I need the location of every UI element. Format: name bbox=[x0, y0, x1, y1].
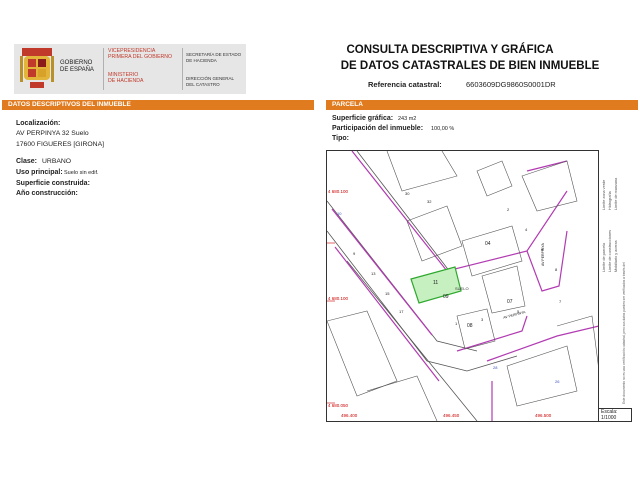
building-outline bbox=[476, 160, 513, 197]
map-scale: Escala: 1/1000 bbox=[598, 408, 632, 422]
legend-item: Hidrografía bbox=[608, 191, 612, 210]
parcel-label: 11 bbox=[433, 280, 439, 286]
street-number: 30 bbox=[405, 191, 410, 196]
street-number: 32 bbox=[427, 199, 432, 204]
building-outline bbox=[556, 315, 600, 372]
street-edge bbox=[356, 150, 458, 282]
vicepresidencia-label: VICEPRESIDENCIA PRIMERA DEL GOBIERNO bbox=[108, 48, 173, 60]
legend-item: Límite de manzana bbox=[614, 177, 618, 210]
street-number: 13 bbox=[371, 271, 376, 276]
localizacion-label: Localización: bbox=[16, 120, 61, 127]
street-number: 1 bbox=[455, 321, 458, 326]
block-boundary bbox=[526, 230, 568, 292]
block-boundary bbox=[526, 160, 568, 172]
logo-divider-2 bbox=[182, 48, 183, 90]
logo-divider bbox=[103, 48, 104, 90]
coord-x-label: 496.400 bbox=[341, 413, 358, 418]
street-number: 3 bbox=[481, 317, 484, 322]
referencia-catastral-value: 6603609DG9860S0001DR bbox=[466, 80, 556, 89]
coord-y-label: 4 680.100 bbox=[328, 189, 349, 194]
escala-value: 1/1000 bbox=[601, 415, 617, 421]
document-title-line1: CONSULTA DESCRIPTIVA Y GRÁFICA bbox=[346, 44, 554, 56]
parcel-label: 09 bbox=[443, 294, 449, 300]
street-number: 4 bbox=[525, 227, 528, 232]
participacion-label: Participación del inmueble: bbox=[332, 125, 424, 132]
anio-construccion-label: Año construcción: bbox=[16, 190, 78, 197]
street-number: 10 bbox=[337, 211, 342, 216]
legend-item: Límite de construcciones bbox=[608, 230, 612, 272]
superficie-construida-label: Superficie construida: bbox=[16, 180, 90, 187]
parcel-label: 07 bbox=[507, 299, 513, 305]
uso-principal-value: Suelo sin edif. bbox=[64, 170, 99, 176]
ministerio-label: MINISTERIO DE HACIENDA bbox=[108, 72, 144, 84]
coord-x-label: 496.500 bbox=[535, 413, 552, 418]
legend-item: Límite de parcela bbox=[602, 242, 606, 272]
tipo-label: Tipo: bbox=[332, 135, 349, 142]
building-outline bbox=[481, 265, 526, 314]
document-title-line2: DE DATOS CATASTRALES DE BIEN INMUEBLE bbox=[340, 60, 600, 72]
building-outline bbox=[461, 225, 523, 277]
map-legend: Límite de parcela Límite de construccion… bbox=[598, 150, 633, 408]
participacion-value: 100,00 % bbox=[431, 126, 455, 132]
street-number: 28 bbox=[493, 365, 498, 370]
localizacion-line2: 17600 FIGUERES [GIRONA] bbox=[16, 141, 105, 148]
block-boundary bbox=[456, 315, 528, 352]
referencia-catastral-label: Referencia catastral: bbox=[368, 80, 442, 89]
building-outline bbox=[386, 150, 458, 192]
street-number: 7 bbox=[559, 299, 562, 304]
street-number: 26 bbox=[555, 379, 560, 384]
legend-item: Límite zona verde bbox=[602, 179, 606, 210]
building-outline bbox=[366, 375, 438, 422]
uso-principal-label: Uso principal: bbox=[16, 169, 63, 176]
street-number: 6 bbox=[541, 247, 544, 252]
coat-of-arms-icon bbox=[20, 48, 54, 88]
secretaria-label: SECRETARÍA DE ESTADO DE HACIENDA bbox=[186, 52, 242, 63]
superficie-grafica-value: 243 m2 bbox=[398, 116, 417, 122]
street-number: 2 bbox=[507, 207, 510, 212]
coord-x-label: 496.450 bbox=[443, 413, 460, 418]
building-outline bbox=[406, 205, 463, 262]
street-number: 9 bbox=[353, 251, 356, 256]
clase-value: URBANO bbox=[42, 158, 72, 165]
parcel-label: 08 bbox=[467, 323, 473, 329]
direccion-label: DIRECCIÓN GENERAL DEL CATASTRO bbox=[186, 76, 235, 87]
localizacion-line1: AV PERPINYA 32 Suelo bbox=[16, 130, 89, 137]
datos-descriptivos-header: DATOS DESCRIPTIVOS DEL INMUEBLE bbox=[2, 100, 314, 110]
block-boundary bbox=[334, 246, 440, 382]
street-number: 5 bbox=[517, 309, 520, 314]
street-number: 8 bbox=[555, 267, 558, 272]
legend-item: Mobiliario y aceras bbox=[614, 240, 618, 272]
coord-y-label: 4 680.050 bbox=[328, 403, 349, 408]
street-number: 15 bbox=[385, 291, 390, 296]
building-outline bbox=[326, 310, 398, 397]
parcela-header: PARCELA bbox=[326, 100, 638, 110]
block-boundary bbox=[486, 325, 600, 362]
building-outline bbox=[456, 308, 496, 350]
superficie-grafica-label: Superficie gráfica: bbox=[332, 115, 394, 122]
gobierno-label: GOBIERNO DE ESPAÑA bbox=[60, 60, 94, 73]
street-number: 17 bbox=[399, 309, 404, 314]
parcel-suelo-label: SUELO bbox=[455, 286, 469, 291]
cadastral-map[interactable]: 4 680.100 4 680.100 4 680.050 496.400 49… bbox=[326, 150, 632, 422]
building-outline bbox=[506, 345, 578, 407]
building-outline bbox=[521, 160, 578, 212]
coord-y-label: 4 680.100 bbox=[328, 296, 349, 301]
clase-label: Clase: bbox=[16, 158, 38, 165]
parcel-label: 04 bbox=[485, 241, 491, 247]
legend-note: Este documento no es una certificación c… bbox=[622, 262, 626, 404]
